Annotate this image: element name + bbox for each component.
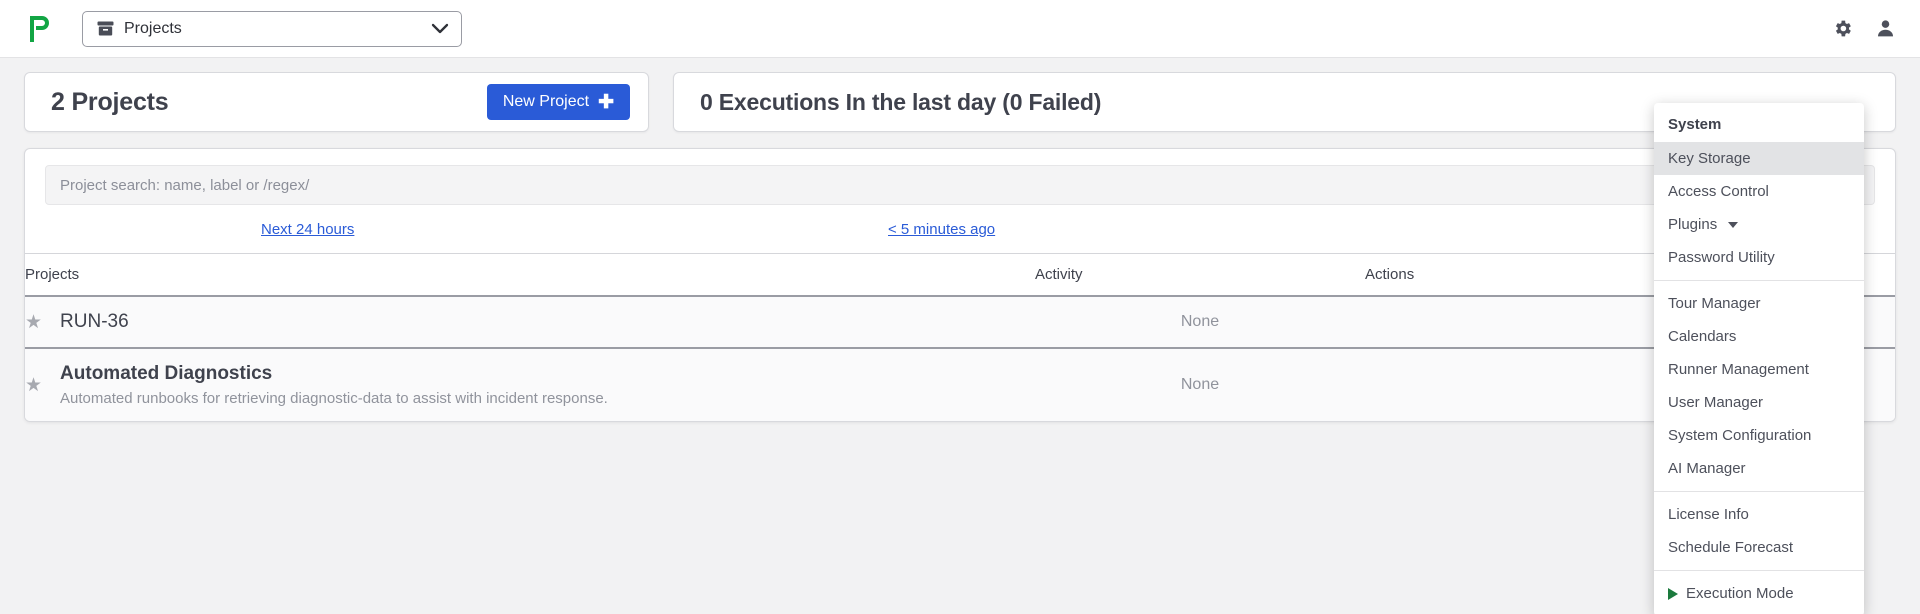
activity-cell: None (1180, 313, 1220, 330)
menu-item-user-manager[interactable]: User Manager (1654, 386, 1864, 419)
menu-item-plugins[interactable]: Plugins (1654, 208, 1864, 241)
recent-activity-link[interactable]: < 5 minutes ago (888, 221, 995, 238)
menu-item-label: Calendars (1668, 328, 1737, 345)
menu-item-license-info[interactable]: License Info (1654, 498, 1864, 531)
search-input[interactable] (45, 165, 1831, 205)
column-header-activity[interactable]: Activity (1035, 253, 1365, 297)
new-project-button[interactable]: New Project ✚ (486, 84, 630, 120)
star-icon[interactable]: ★ (25, 313, 42, 332)
project-description: Automated runbooks for retrieving diagno… (60, 390, 608, 407)
rundeck-p-logo-icon[interactable] (24, 12, 58, 46)
search-zone: Next 24 hours < 5 minutes ago (25, 149, 1895, 267)
star-icon[interactable]: ★ (25, 376, 42, 395)
menu-item-schedule-forecast[interactable]: Schedule Forecast (1654, 531, 1864, 564)
menu-item-label: License Info (1668, 506, 1749, 523)
menu-separator (1654, 491, 1864, 492)
plus-icon: ✚ (598, 91, 614, 113)
project-name[interactable]: Automated Diagnostics (60, 363, 608, 385)
projects-list-card: Next 24 hours < 5 minutes ago Projects A… (24, 148, 1896, 422)
menu-item-label: Password Utility (1668, 249, 1775, 266)
archive-box-icon (97, 21, 114, 36)
table-row[interactable]: ★ RUN-36 None (25, 296, 1895, 348)
menu-item-execution-mode[interactable]: Execution Mode (1654, 577, 1864, 610)
menu-item-label: Runner Management (1668, 361, 1809, 378)
menu-item-ai-manager[interactable]: AI Manager (1654, 452, 1864, 485)
search-row (45, 165, 1875, 205)
menu-item-label: User Manager (1668, 394, 1764, 411)
menu-item-label: Key Storage (1668, 150, 1751, 167)
projects-count-title: 2 Projects (51, 87, 169, 116)
project-name[interactable]: RUN-36 (60, 311, 129, 333)
system-dropdown-menu: System Key Storage Access Control Plugin… (1654, 103, 1864, 614)
activity-cell: None (1180, 376, 1220, 393)
chevron-down-icon (431, 23, 449, 35)
menu-separator (1654, 570, 1864, 571)
page-body: 2 Projects New Project ✚ 0 Executions In… (0, 58, 1920, 614)
projects-table-body: ★ RUN-36 None ★ Automated Diagnostics Au… (25, 296, 1895, 421)
menu-item-system-configuration[interactable]: System Configuration (1654, 419, 1864, 452)
project-cell: ★ Automated Diagnostics Automated runboo… (25, 348, 1035, 421)
menu-item-label: System Configuration (1668, 427, 1812, 444)
projects-table: Projects Activity Actions ★ RUN-36 None … (25, 253, 1895, 421)
next-24-hours-link[interactable]: Next 24 hours (261, 221, 354, 238)
menu-item-label: Plugins (1668, 216, 1718, 233)
menu-item-access-control[interactable]: Access Control (1654, 175, 1864, 208)
projects-summary-card: 2 Projects New Project ✚ (24, 72, 649, 132)
project-selector[interactable]: Projects (82, 10, 462, 47)
menu-item-tour-manager[interactable]: Tour Manager (1654, 287, 1864, 320)
executions-summary-title: 0 Executions In the last day (0 Failed) (700, 88, 1102, 115)
caret-down-icon (1728, 221, 1739, 228)
menu-item-label: Execution Mode (1686, 585, 1794, 602)
projects-table-head: Projects Activity Actions (25, 253, 1895, 297)
menu-item-key-storage[interactable]: Key Storage (1654, 142, 1864, 175)
navbar-right-actions (1832, 18, 1896, 39)
stats-row: 2 Projects New Project ✚ 0 Executions In… (24, 72, 1896, 132)
menu-item-label: Access Control (1668, 183, 1769, 200)
menu-item-label: AI Manager (1668, 460, 1746, 477)
top-navbar: Projects (0, 0, 1920, 58)
gear-icon[interactable] (1832, 18, 1853, 39)
system-menu-header: System (1668, 116, 1722, 133)
new-project-button-label: New Project (502, 93, 590, 110)
user-icon[interactable] (1875, 18, 1896, 39)
table-header-row: Projects Activity Actions (25, 253, 1895, 297)
menu-separator (1654, 280, 1864, 281)
play-triangle-icon (1668, 587, 1678, 600)
project-selector-label: Projects (124, 19, 182, 37)
time-filter-links: Next 24 hours < 5 minutes ago (45, 205, 1875, 267)
menu-item-runner-management[interactable]: Runner Management (1654, 353, 1864, 386)
menu-item-label: Schedule Forecast (1668, 539, 1794, 556)
table-row[interactable]: ★ Automated Diagnostics Automated runboo… (25, 348, 1895, 421)
column-header-projects[interactable]: Projects (25, 253, 1035, 297)
menu-item-calendars[interactable]: Calendars (1654, 320, 1864, 353)
project-cell: ★ RUN-36 (25, 296, 1035, 348)
menu-item-password-utility[interactable]: Password Utility (1654, 241, 1864, 274)
menu-item-label: Tour Manager (1668, 295, 1761, 312)
